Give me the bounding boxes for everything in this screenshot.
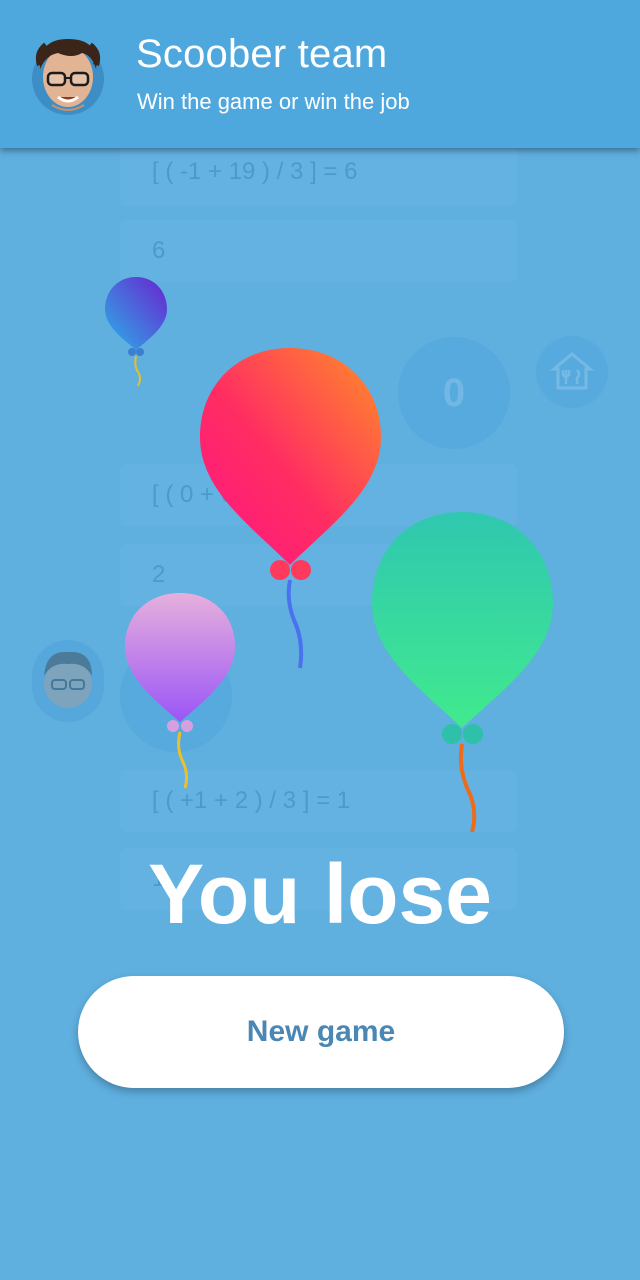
result-message: You lose (148, 847, 492, 941)
header-subtitle: Win the game or win the job (137, 89, 410, 114)
balloon-purple (125, 593, 235, 789)
avatar-photo-icon (32, 39, 104, 115)
team-avatar (32, 35, 104, 115)
app-header: Scoober team Win the game or win the job (0, 0, 640, 148)
balloon-blue (105, 277, 167, 387)
balloon-green (372, 512, 553, 833)
header-title: Scoober team (136, 32, 388, 76)
balloons-overlay (105, 277, 553, 833)
new-game-button[interactable]: New game (78, 976, 564, 1088)
